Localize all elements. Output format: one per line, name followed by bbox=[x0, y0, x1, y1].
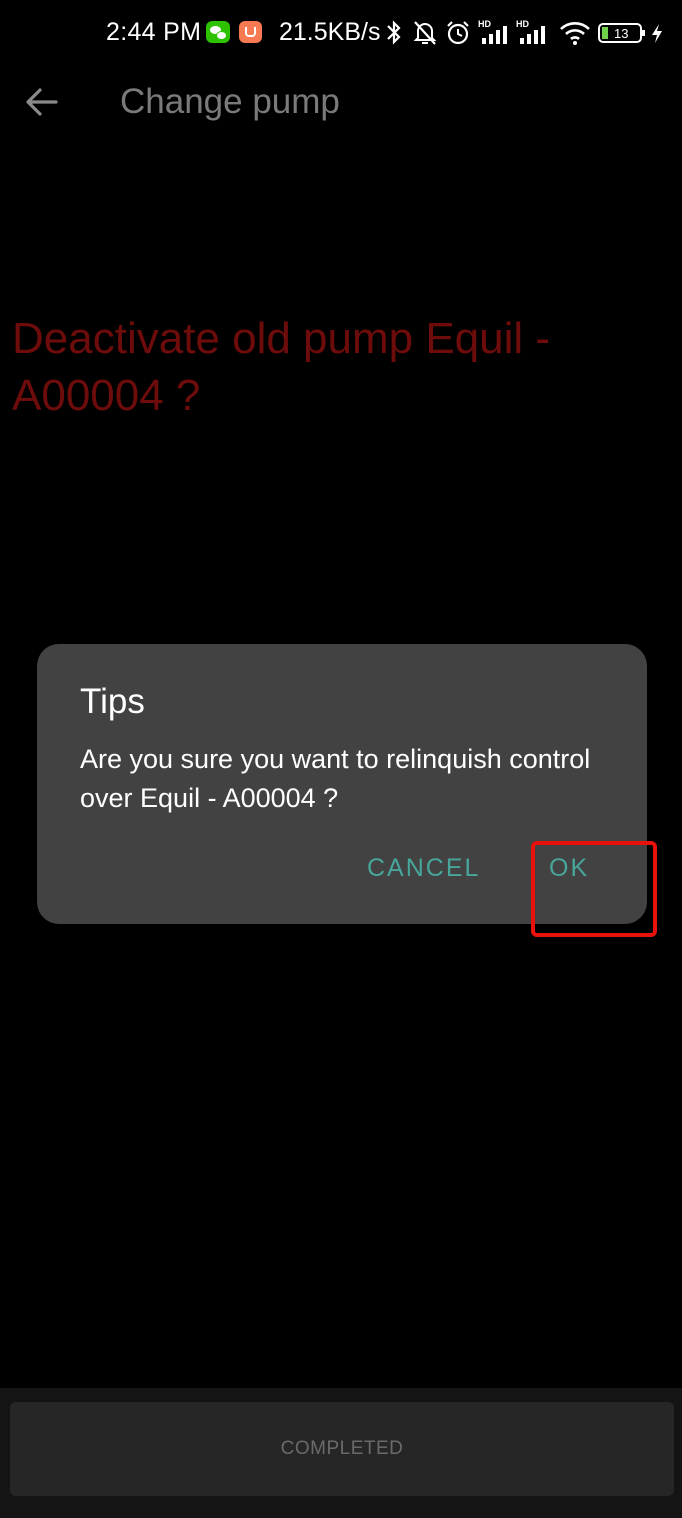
deactivate-question: Deactivate old pump Equil - A00004 ? bbox=[12, 314, 551, 420]
hd-signal-icon: HD bbox=[516, 19, 545, 44]
bluetooth-icon bbox=[387, 20, 401, 45]
mute-bell-icon bbox=[413, 21, 437, 45]
battery-level: 13 bbox=[614, 26, 628, 41]
alarm-icon bbox=[447, 21, 469, 45]
notification-app-icon bbox=[239, 21, 262, 43]
network-speed: 21.5KB/s bbox=[279, 18, 381, 46]
dialog-message: Are you sure you want to relinquish cont… bbox=[80, 744, 591, 813]
status-bar: 2:44 PM 21.5KB/s HD HD 13 bbox=[0, 0, 682, 66]
charging-icon bbox=[652, 24, 662, 43]
dialog-title: Tips bbox=[80, 682, 145, 721]
battery-icon: 13 bbox=[598, 23, 645, 43]
status-time: 2:44 PM bbox=[106, 18, 202, 46]
wechat-icon bbox=[206, 21, 230, 43]
page-title: Change pump bbox=[120, 82, 340, 121]
completed-button[interactable]: COMPLETED bbox=[10, 1402, 674, 1496]
wifi-icon bbox=[560, 22, 590, 45]
ok-highlight-box bbox=[531, 841, 657, 937]
svg-text:HD: HD bbox=[516, 19, 529, 29]
back-arrow-icon[interactable] bbox=[22, 82, 62, 122]
hd-signal-icon: HD bbox=[478, 19, 507, 44]
cancel-button[interactable]: CANCEL bbox=[367, 854, 480, 883]
svg-text:HD: HD bbox=[478, 19, 491, 29]
